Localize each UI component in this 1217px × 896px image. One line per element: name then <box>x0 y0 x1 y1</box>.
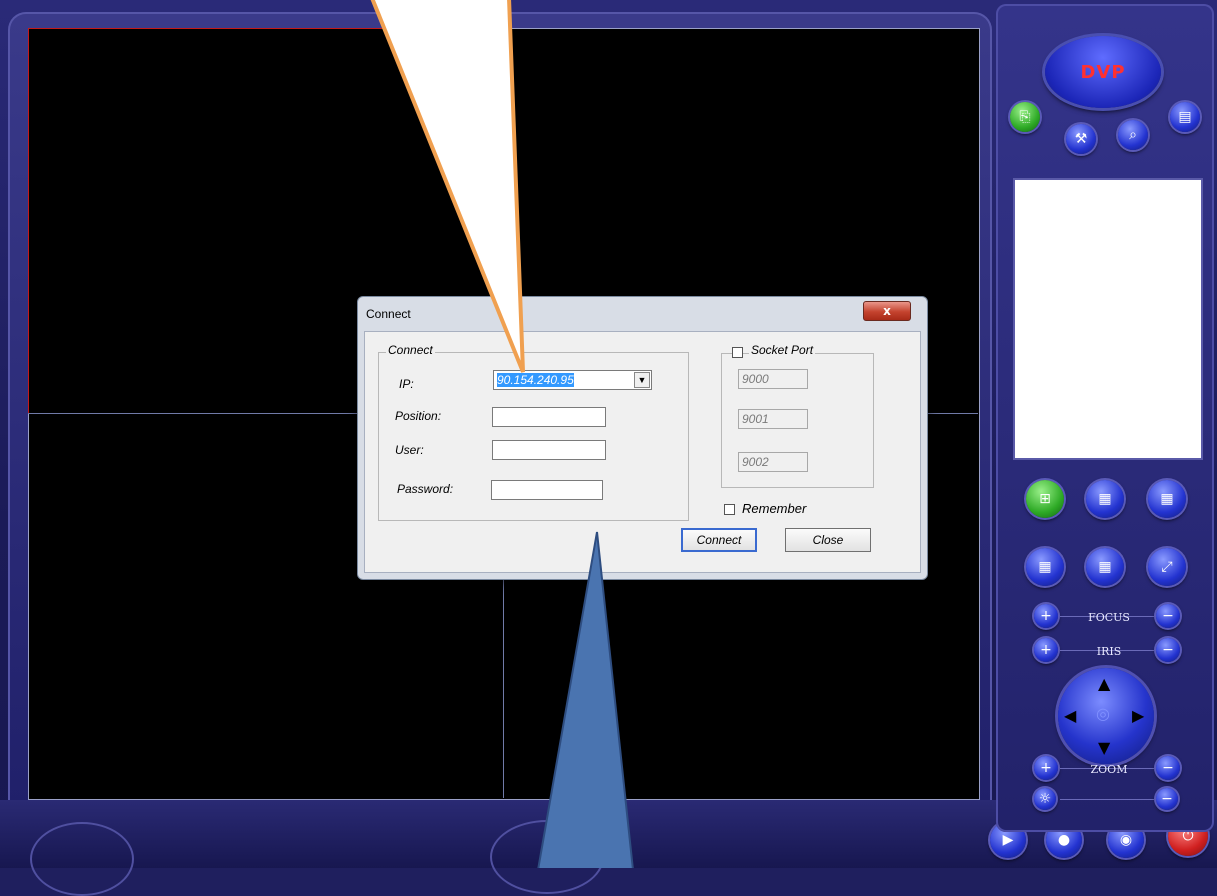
search-icon[interactable]: ⌕ <box>1118 120 1148 150</box>
dialog-close-icon[interactable]: x <box>863 301 911 321</box>
dvp-logo: DVP <box>1045 36 1161 108</box>
dialog-title: Connect <box>366 307 411 321</box>
light-off-icon[interactable]: − <box>1156 788 1178 810</box>
iris-label: IRIS <box>1096 645 1122 658</box>
preview-panel <box>1013 178 1203 460</box>
layout-full-icon[interactable]: ▦ <box>1086 548 1124 586</box>
remember-label: Remember <box>742 501 807 516</box>
arrow-left-icon[interactable]: ◀ <box>1064 706 1076 725</box>
user-field[interactable] <box>492 440 606 460</box>
arrow-right-icon[interactable]: ▶ <box>1132 706 1144 725</box>
chevron-down-icon[interactable]: ▼ <box>634 372 650 388</box>
arrow-down-icon[interactable]: ▼ <box>1098 738 1110 757</box>
password-label: Password: <box>397 482 454 496</box>
ptz-direction-pad[interactable]: ▲ ▼ ◀ ▶ ◎ <box>1058 668 1154 764</box>
iris-plus-button[interactable]: + <box>1034 638 1058 662</box>
bottom-decoration-center <box>490 820 604 894</box>
layout-9-icon[interactable]: ▦ <box>1086 480 1124 518</box>
connect-button[interactable]: Connect <box>681 528 757 552</box>
socket-port-checkbox[interactable] <box>732 347 743 358</box>
dvp-app-window: ▶ ● ◉ ⏻ DVP ⎘ ⚒ ⌕ ▤ ⊞ ▦ ▦ ▦ ▦ ⤢ + FOCUS … <box>0 0 1217 896</box>
layout-25-icon[interactable]: ▦ <box>1026 548 1064 586</box>
focus-minus-button[interactable]: − <box>1156 604 1180 628</box>
user-label: User: <box>395 443 424 457</box>
folder-icon[interactable]: ▤ <box>1170 102 1200 132</box>
ip-value: 90.154.240.95 <box>497 373 574 387</box>
dialog-body: Connect IP: 90.154.240.95 ▼ Position: Us… <box>364 331 921 573</box>
password-field[interactable] <box>491 480 603 500</box>
connect-group-legend: Connect <box>386 343 435 357</box>
ip-combobox[interactable]: 90.154.240.95 ▼ <box>493 370 652 390</box>
connect-dialog: Connect x Connect IP: 90.154.240.95 ▼ Po… <box>357 296 928 580</box>
center-icon[interactable]: ◎ <box>1096 704 1110 723</box>
bottom-decoration-left <box>30 822 134 896</box>
position-field[interactable] <box>492 407 606 427</box>
socket-port-field-2[interactable]: 9001 <box>738 409 808 429</box>
light-track <box>1060 799 1154 800</box>
zoom-minus-button[interactable]: − <box>1156 756 1180 780</box>
layout-4-icon[interactable]: ⊞ <box>1026 480 1064 518</box>
arrow-up-icon[interactable]: ▲ <box>1098 674 1110 693</box>
network-connect-icon[interactable]: ⎘ <box>1010 102 1040 132</box>
remember-checkbox[interactable] <box>724 504 735 515</box>
zoom-label: ZOOM <box>1090 763 1128 776</box>
settings-tool-icon[interactable]: ⚒ <box>1066 124 1096 154</box>
logo-text: DVP <box>1080 62 1126 83</box>
close-button[interactable]: Close <box>785 528 871 552</box>
zoom-plus-button[interactable]: + <box>1034 756 1058 780</box>
socket-port-legend: Socket Port <box>749 343 816 357</box>
fullscreen-icon[interactable]: ⤢ <box>1148 548 1186 586</box>
focus-plus-button[interactable]: + <box>1034 604 1058 628</box>
socket-port-field-1[interactable]: 9000 <box>738 369 808 389</box>
position-label: Position: <box>395 409 442 423</box>
light-on-icon[interactable]: ☼ <box>1034 788 1056 810</box>
layout-16-icon[interactable]: ▦ <box>1148 480 1186 518</box>
ip-label: IP: <box>399 377 414 391</box>
iris-minus-button[interactable]: − <box>1156 638 1180 662</box>
socket-port-field-3[interactable]: 9002 <box>738 452 808 472</box>
focus-label: FOCUS <box>1088 611 1130 624</box>
